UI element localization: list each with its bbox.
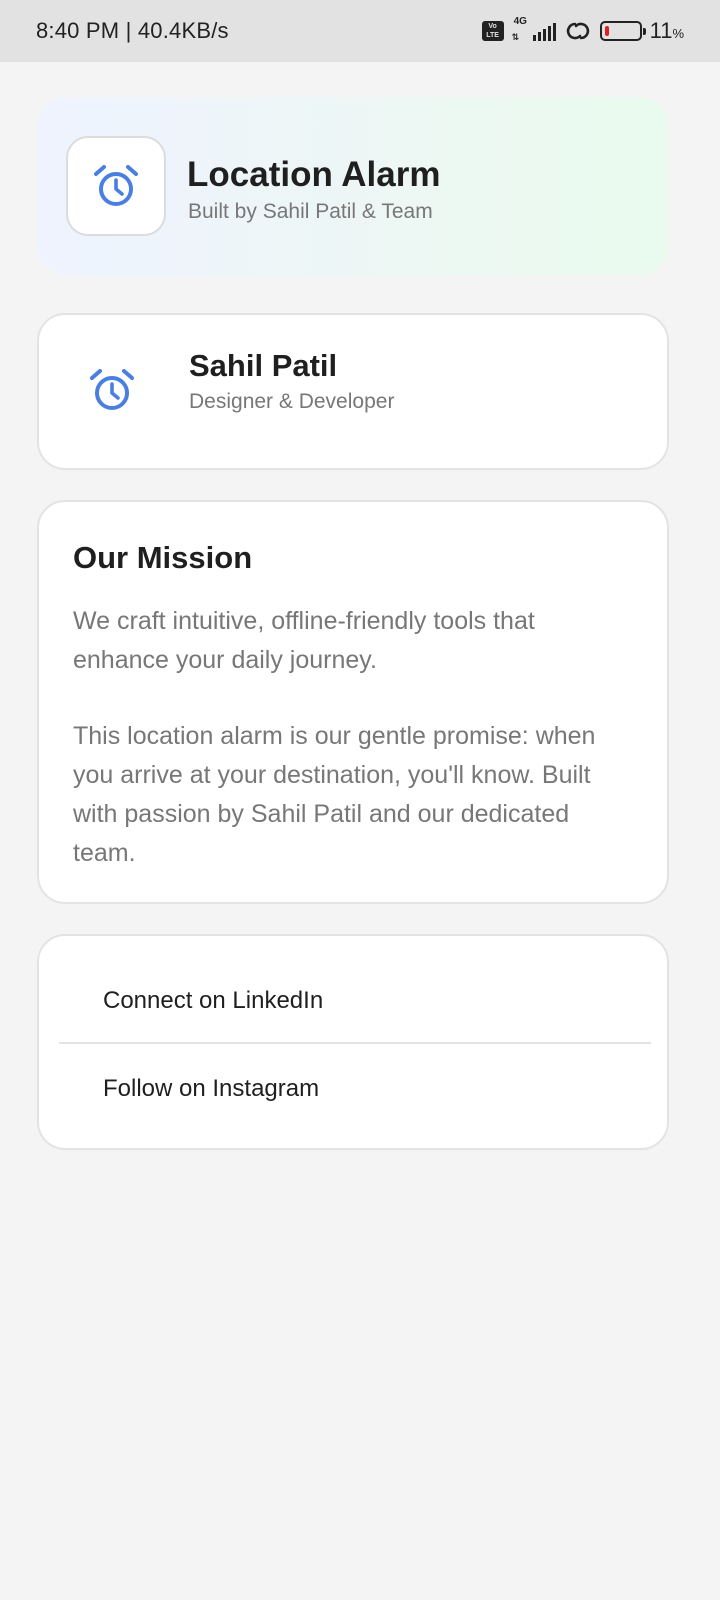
- status-bar: 8:40 PM | 40.4KB/s Vo LTE 4G ⇅ 11%: [0, 0, 720, 62]
- developer-name: Sahil Patil: [189, 348, 338, 383]
- alarm-clock-icon: [94, 165, 138, 206]
- linkedin-link[interactable]: Connect on LinkedIn: [59, 957, 651, 1045]
- status-time-speed: 8:40 PM | 40.4KB/s: [36, 18, 229, 43]
- divider: [59, 1042, 651, 1044]
- mission-card: Our Mission We craft intuitive, offline-…: [37, 500, 669, 904]
- battery-level: [604, 26, 609, 36]
- volte-icon: Vo LTE: [481, 21, 504, 41]
- hotspot-link-icon: [566, 22, 589, 40]
- instagram-link[interactable]: Follow on Instagram: [59, 1045, 651, 1133]
- app-header-card: Location Alarm Built by Sahil Patil & Te…: [37, 97, 669, 275]
- app-subtitle: Built by Sahil Patil & Team: [188, 200, 433, 223]
- app-icon: [66, 136, 166, 236]
- mission-paragraph-2: This location alarm is our gentle promis…: [73, 722, 596, 867]
- battery-icon: [599, 21, 646, 41]
- signal-icon: 4G ⇅: [511, 16, 556, 43]
- developer-avatar: [89, 363, 135, 418]
- mission-paragraph-1: We craft intuitive, offline-friendly too…: [73, 607, 535, 674]
- data-arrows-icon: ⇅: [511, 32, 520, 42]
- battery-percent: 11%: [649, 18, 684, 43]
- social-links-card: Connect on LinkedIn Follow on Instagram: [37, 934, 669, 1150]
- alarm-clock-icon: [90, 369, 134, 410]
- developer-role: Designer & Developer: [189, 390, 395, 413]
- mission-title: Our Mission: [73, 540, 253, 575]
- app-title: Location Alarm: [187, 155, 441, 194]
- status-icons: Vo LTE 4G ⇅ 11%: [481, 16, 684, 44]
- network-type-label: 4G: [513, 16, 527, 27]
- developer-card: Sahil Patil Designer & Developer: [37, 313, 669, 470]
